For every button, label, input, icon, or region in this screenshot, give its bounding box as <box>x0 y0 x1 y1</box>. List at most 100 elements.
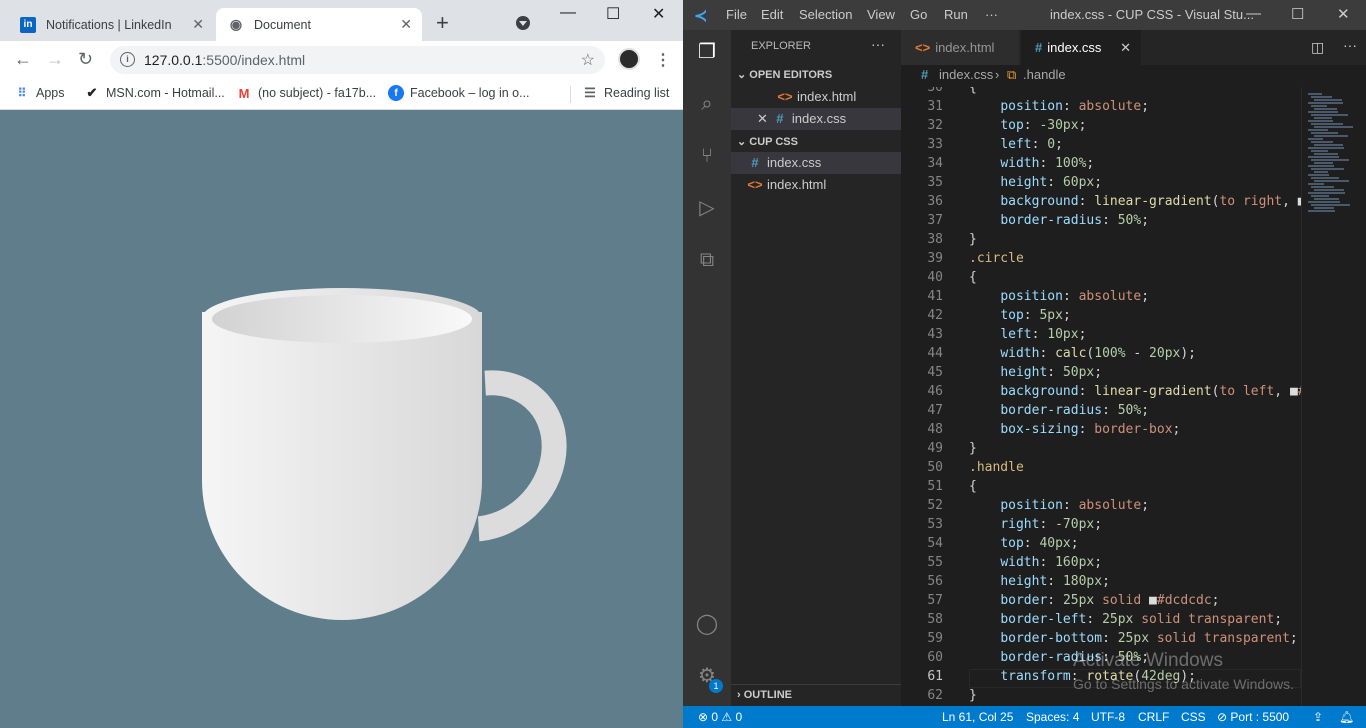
minimap-line <box>1314 198 1339 200</box>
close-icon[interactable]: ✕ <box>757 111 768 126</box>
bookmark-apps[interactable]: ⠿ Apps <box>14 85 65 101</box>
code-line[interactable]: border-bottom: 25px solid transparent; <box>969 631 1297 646</box>
problems-status[interactable]: ⊗ 0 ⚠ 0 <box>698 706 742 728</box>
menu-file[interactable]: File <box>726 7 747 22</box>
code-line[interactable]: top: 40px; <box>969 536 1078 551</box>
menu-edit[interactable]: Edit <box>761 7 783 22</box>
minimap[interactable] <box>1301 87 1366 706</box>
live-server-port[interactable]: ⊘ Port : 5500 <box>1217 706 1289 728</box>
code-line[interactable]: height: 50px; <box>969 365 1102 380</box>
minimap-line <box>1308 192 1345 194</box>
info-icon[interactable]: i <box>120 52 135 67</box>
file-item[interactable]: # index.css <box>731 152 901 174</box>
folder-section[interactable]: ⌄ CUP CSS <box>737 135 798 148</box>
code-line[interactable]: { <box>969 270 977 285</box>
code-line[interactable]: background: linear-gradient(to left, ■# <box>969 384 1301 399</box>
close-icon[interactable]: ✕ <box>400 16 412 33</box>
accounts-icon[interactable]: ◯ <box>695 612 719 636</box>
bookmark-reading-list[interactable]: ☰ Reading list <box>582 85 669 101</box>
maximize-icon[interactable]: ☐ <box>606 4 620 24</box>
menu-go[interactable]: Go <box>910 7 927 22</box>
bookmark-facebook[interactable]: f Facebook – log in o... <box>388 85 530 101</box>
menu-more[interactable]: ··· <box>985 7 998 22</box>
menu-run[interactable]: Run <box>944 7 968 22</box>
forward-icon[interactable]: → <box>46 50 64 68</box>
open-editor-item[interactable]: <> index.html <box>731 86 901 108</box>
source-control-icon[interactable]: ⑂ <box>695 144 719 168</box>
bookmark-msn[interactable]: ✔ MSN.com - Hotmail... <box>84 85 225 101</box>
code-line[interactable]: { <box>969 87 977 95</box>
eol-status[interactable]: CRLF <box>1138 706 1169 728</box>
code-line[interactable]: left: 10px; <box>969 327 1086 342</box>
menu-selection[interactable]: Selection <box>799 7 852 22</box>
more-menu-icon[interactable]: ⋮ <box>655 50 671 70</box>
code-line[interactable]: position: absolute; <box>969 99 1149 114</box>
language-status[interactable]: CSS <box>1181 706 1206 728</box>
code-line[interactable]: height: 180px; <box>969 574 1110 589</box>
code-line[interactable]: height: 60px; <box>969 175 1102 190</box>
tab-document[interactable]: ◉ Document ✕ <box>216 8 422 41</box>
run-debug-icon[interactable]: ▷ <box>695 196 719 220</box>
code-line[interactable]: width: 100%; <box>969 156 1094 171</box>
tab-index-html[interactable]: <> index.html <box>901 30 1019 65</box>
back-icon[interactable]: ← <box>14 50 32 68</box>
explorer-icon[interactable]: ❐ <box>695 40 719 64</box>
code-line[interactable]: border-radius: 50%; <box>969 403 1149 418</box>
address-bar[interactable]: i 127.0.0.1:5500/index.html ☆ <box>110 46 605 74</box>
new-tab-button[interactable]: + <box>436 12 449 34</box>
tab-index-css[interactable]: # index.css ✕ <box>1021 30 1141 65</box>
code-editor[interactable]: 30 {31 position: absolute; 32 top: -30px; 3… <box>901 87 1301 706</box>
code-line[interactable]: .handle <box>969 460 1024 475</box>
code-line[interactable]: border: 25px solid ■#dcdcdc; <box>969 593 1219 608</box>
code-line[interactable]: width: 160px; <box>969 555 1102 570</box>
search-icon[interactable]: ⌕ <box>695 92 719 116</box>
code-line[interactable]: } <box>969 232 977 247</box>
extensions-icon[interactable]: ⧉ <box>695 248 719 272</box>
close-icon[interactable]: ✕ <box>192 16 204 33</box>
indentation-status[interactable]: Spaces: 4 <box>1026 706 1079 728</box>
encoding-status[interactable]: UTF-8 <box>1091 706 1125 728</box>
code-line[interactable]: box-sizing: border-box; <box>969 422 1180 437</box>
maximize-icon[interactable]: ☐ <box>1291 5 1304 23</box>
breadcrumb-symbol[interactable]: .handle <box>1023 65 1066 85</box>
bookmark-star-icon[interactable]: ☆ <box>581 50 595 70</box>
code-line[interactable]: width: calc(100% - 20px); <box>969 346 1196 361</box>
line-number: 59 <box>927 631 943 646</box>
more-actions-icon[interactable]: ··· <box>1343 37 1357 53</box>
profile-avatar[interactable] <box>618 48 640 70</box>
feedback-icon[interactable]: ⇪ <box>1313 706 1323 728</box>
close-window-icon[interactable]: ✕ <box>652 4 665 24</box>
code-line[interactable]: top: -30px; <box>969 118 1086 133</box>
close-icon[interactable]: ✕ <box>1120 30 1131 65</box>
tab-linkedin[interactable]: in Notifications | LinkedIn ✕ <box>8 8 214 41</box>
menu-view[interactable]: View <box>867 7 895 22</box>
code-line[interactable]: background: linear-gradient(to right, ■ <box>969 194 1301 209</box>
split-editor-icon[interactable]: ◫ <box>1311 39 1324 56</box>
reload-icon[interactable]: ↻ <box>78 50 93 68</box>
outline-section[interactable]: › OUTLINE <box>731 684 901 706</box>
code-line[interactable]: top: 5px; <box>969 308 1070 323</box>
code-line[interactable]: left: 0; <box>969 137 1063 152</box>
minimize-icon[interactable]: — <box>560 4 576 22</box>
code-line[interactable]: position: absolute; <box>969 498 1149 513</box>
file-item[interactable]: <> index.html <box>731 174 901 196</box>
breadcrumb-file[interactable]: index.css <box>939 65 993 85</box>
open-editors-section[interactable]: ⌄ OPEN EDITORS <box>737 68 832 81</box>
code-line[interactable]: } <box>969 688 977 703</box>
code-line[interactable]: border-radius: 50%; <box>969 213 1149 228</box>
code-line[interactable]: { <box>969 479 977 494</box>
tab-search-icon[interactable] <box>516 16 530 30</box>
bookmark-label: MSN.com - Hotmail... <box>106 86 225 100</box>
open-editor-item[interactable]: ✕ # index.css <box>731 108 901 130</box>
cursor-position[interactable]: Ln 61, Col 25 <box>942 706 1013 728</box>
close-window-icon[interactable]: ✕ <box>1337 5 1350 23</box>
code-line[interactable]: } <box>969 441 977 456</box>
minimize-icon[interactable]: — <box>1246 5 1261 22</box>
code-line[interactable]: .circle <box>969 251 1024 266</box>
code-line[interactable]: border-left: 25px solid transparent; <box>969 612 1282 627</box>
notifications-bell-icon[interactable]: 🔔︎ <box>1339 706 1354 728</box>
bookmark-gmail[interactable]: M (no subject) - fa17b... <box>236 85 377 101</box>
code-line[interactable]: right: -70px; <box>969 517 1102 532</box>
more-actions-icon[interactable]: ··· <box>871 36 885 52</box>
code-line[interactable]: position: absolute; <box>969 289 1149 304</box>
